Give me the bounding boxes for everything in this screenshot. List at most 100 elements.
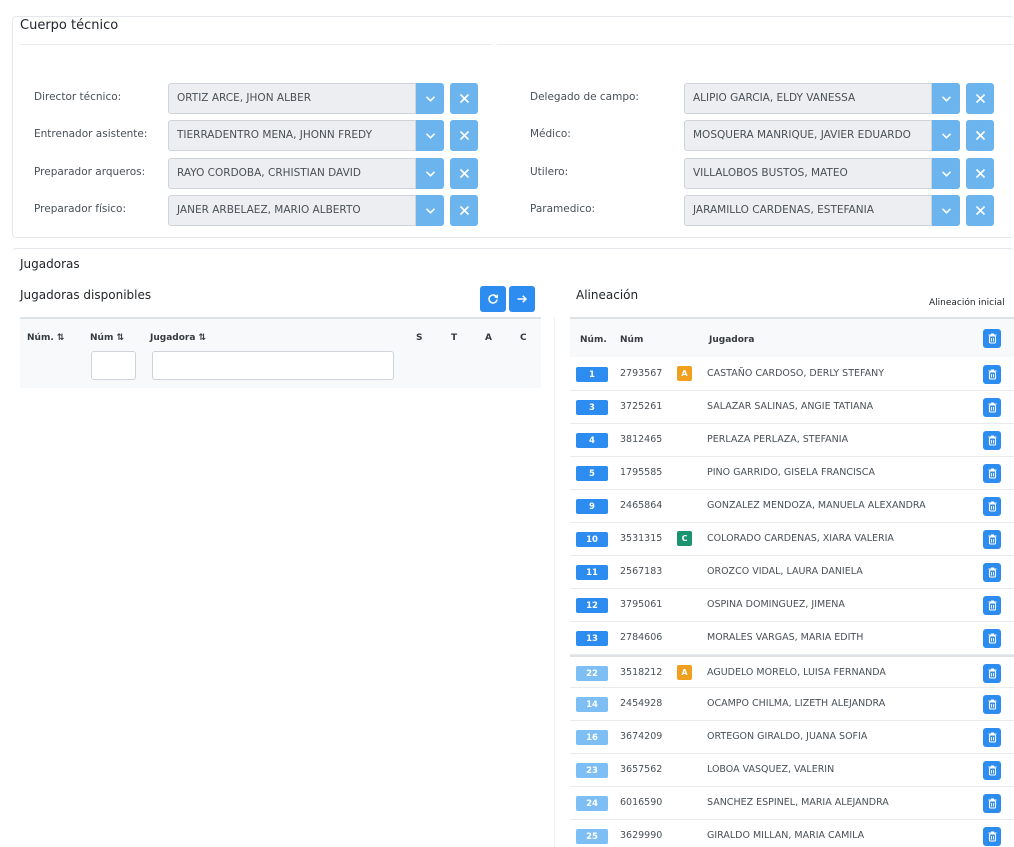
close-icon — [975, 205, 985, 216]
staff-select[interactable]: TIERRADENTRO MENA, JHONN FREDY — [168, 120, 416, 151]
dropdown-button[interactable] — [932, 195, 960, 226]
clear-button[interactable] — [966, 120, 994, 151]
remove-player-button[interactable] — [983, 629, 1001, 648]
filter-player-input[interactable] — [152, 351, 394, 380]
dropdown-button[interactable] — [932, 83, 960, 114]
remove-player-button[interactable] — [983, 695, 1001, 714]
player-id: 2793567 — [620, 368, 663, 379]
remove-player-button[interactable] — [983, 365, 1001, 384]
player-name: GIRALDO MILLAN, MARIA CAMILA — [707, 830, 865, 841]
remove-player-button[interactable] — [983, 664, 1001, 683]
remove-player-button[interactable] — [983, 398, 1001, 417]
dropdown-button[interactable] — [416, 120, 444, 151]
dropdown-button[interactable] — [416, 158, 444, 189]
trash-icon — [988, 468, 996, 479]
staff-label: Paramedico: — [530, 203, 596, 215]
jersey-number-badge: 1 — [576, 367, 608, 382]
filter-num-input[interactable] — [91, 351, 136, 380]
staff-title-divider-right — [497, 44, 1014, 45]
staff-select[interactable]: MOSQUERA MANRIQUE, JAVIER EDUARDO — [684, 120, 932, 151]
remove-player-button[interactable] — [983, 728, 1001, 747]
arrow-right-icon — [517, 295, 528, 303]
remove-player-button[interactable] — [983, 530, 1001, 549]
clear-button[interactable] — [966, 83, 994, 114]
trash-icon — [988, 732, 996, 743]
staff-label: Preparador arqueros: — [34, 166, 146, 178]
player-id: 3812465 — [620, 434, 663, 445]
clear-button[interactable] — [450, 195, 478, 226]
clear-button[interactable] — [450, 83, 478, 114]
staff-select[interactable]: JANER ARBELAEZ, MARIO ALBERTO — [168, 195, 416, 226]
player-name: AGUDELO MORELO, LUISA FERNANDA — [707, 667, 886, 678]
remove-player-button[interactable] — [983, 761, 1001, 780]
staff-title-divider — [20, 44, 492, 45]
chevron-down-icon — [425, 95, 435, 102]
column-header-player-sort[interactable]: Jugadora ⇅ — [150, 333, 206, 343]
jersey-number-badge: 23 — [576, 763, 608, 778]
refresh-icon — [488, 294, 499, 304]
staff-select[interactable]: JARAMILLO CARDENAS, ESTEFANIA — [684, 195, 932, 226]
player-id: 2784606 — [620, 632, 663, 643]
dropdown-button[interactable] — [932, 120, 960, 151]
remove-player-button[interactable] — [983, 464, 1001, 483]
table-row: 1 2793567 A CASTAÑO CARDOSO, DERLY STEFANY — [570, 358, 1014, 391]
chevron-down-icon — [941, 95, 951, 102]
clear-lineup-button[interactable] — [983, 329, 1001, 348]
table-row: 3 3725261 SALAZAR SALINAS, ANGIE TATIANA — [570, 391, 1014, 424]
column-header-c: C — [520, 333, 527, 343]
players-title: Jugadoras — [20, 257, 80, 271]
player-name: OCAMPO CHILMA, LIZETH ALEJANDRA — [707, 698, 886, 709]
staff-select[interactable]: VILLALOBOS BUSTOS, MATEO — [684, 158, 932, 189]
table-row: 23 3657562 LOBOA VASQUEZ, VALERIN — [570, 754, 1014, 787]
close-icon — [975, 93, 985, 104]
jersey-number-badge: 10 — [576, 532, 608, 547]
clear-button[interactable] — [966, 158, 994, 189]
staff-select[interactable]: RAYO CORDOBA, CRHISTIAN DAVID — [168, 158, 416, 189]
player-id: 1795585 — [620, 467, 663, 478]
player-id: 3795061 — [620, 599, 663, 610]
player-name: MORALES VARGAS, MARIA EDITH — [707, 632, 864, 643]
table-row: 10 3531315 C COLORADO CARDENAS, XIARA VALER… — [570, 523, 1014, 556]
column-header-num2-sort[interactable]: Núm ⇅ — [90, 333, 124, 343]
column-header-t: T — [451, 333, 458, 343]
dropdown-button[interactable] — [416, 83, 444, 114]
clear-button[interactable] — [450, 120, 478, 151]
jersey-number-badge: 16 — [576, 730, 608, 745]
refresh-button[interactable] — [480, 286, 506, 312]
column-header-a: A — [485, 333, 492, 343]
remove-player-button[interactable] — [983, 596, 1001, 615]
role-badge: C — [677, 531, 692, 546]
player-name: SALAZAR SALINAS, ANGIE TATIANA — [707, 401, 874, 412]
staff-select[interactable]: ALIPIO GARCIA, ELDY VANESSA — [684, 83, 932, 114]
remove-player-button[interactable] — [983, 827, 1001, 846]
dropdown-button[interactable] — [932, 158, 960, 189]
remove-player-button[interactable] — [983, 563, 1001, 582]
staff-row: Delegado de campo: ALIPIO GARCIA, ELDY VA… — [530, 83, 994, 114]
staff-label: Utilero: — [530, 166, 569, 178]
remove-player-button[interactable] — [983, 794, 1001, 813]
jersey-number-badge: 25 — [576, 829, 608, 844]
remove-player-button[interactable] — [983, 431, 1001, 450]
player-id: 2567183 — [620, 566, 663, 577]
staff-label: Entrenador asistente: — [34, 128, 148, 140]
move-to-lineup-button[interactable] — [509, 286, 535, 312]
trash-icon — [988, 633, 996, 644]
trash-icon — [988, 501, 996, 512]
staff-select[interactable]: ORTIZ ARCE, JHON ALBER — [168, 83, 416, 114]
remove-player-button[interactable] — [983, 497, 1001, 516]
chevron-down-icon — [425, 207, 435, 214]
player-id: 2454928 — [620, 698, 663, 709]
dropdown-button[interactable] — [416, 195, 444, 226]
table-row: 16 3674209 ORTEGON GIRALDO, JUANA SOFIA — [570, 721, 1014, 754]
player-name: OROZCO VIDAL, LAURA DANIELA — [707, 566, 863, 577]
column-divider — [554, 317, 555, 847]
close-icon — [459, 93, 469, 104]
player-id: 3629990 — [620, 830, 663, 841]
staff-row: Utilero: VILLALOBOS BUSTOS, MATEO — [530, 158, 994, 189]
trash-icon — [988, 333, 996, 344]
table-row: 5 1795585 PINO GARRIDO, GISELA FRANCISCA — [570, 457, 1014, 490]
column-header-num-sort[interactable]: Núm. ⇅ — [27, 333, 64, 343]
clear-button[interactable] — [966, 195, 994, 226]
clear-button[interactable] — [450, 158, 478, 189]
staff-label: Delegado de campo: — [530, 91, 639, 103]
